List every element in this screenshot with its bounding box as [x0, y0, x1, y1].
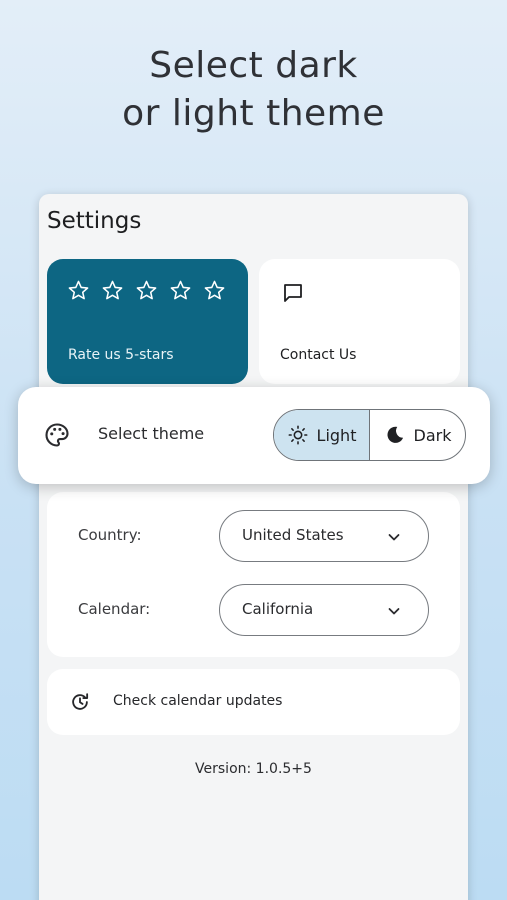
theme-selector-panel: Select theme Light Dark: [18, 387, 490, 484]
headline: Select dark or light theme: [0, 42, 507, 138]
palette-icon: [45, 423, 69, 447]
theme-dark-button[interactable]: Dark: [370, 410, 465, 460]
headline-line-2: or light theme: [122, 93, 385, 134]
headline-line-1: Select dark: [149, 45, 358, 86]
rate-us-label: Rate us 5-stars: [68, 347, 174, 363]
calendar-label: Calendar:: [78, 600, 151, 618]
rate-us-card[interactable]: Rate us 5-stars: [47, 259, 248, 384]
country-value: United States: [242, 526, 344, 544]
refresh-clock-icon: [72, 693, 89, 710]
settings-screen: Settings Rate us 5-stars Contact Us Coun…: [39, 194, 468, 900]
rating-stars: [67, 279, 226, 302]
check-updates-button[interactable]: Check calendar updates: [47, 669, 460, 735]
calendar-value: California: [242, 600, 314, 618]
sun-icon: [288, 425, 308, 445]
select-theme-label: Select theme: [98, 424, 205, 443]
star-outline-icon: [170, 280, 191, 300]
chevron-down-icon: [388, 608, 400, 615]
theme-toggle: Light Dark: [273, 409, 466, 461]
star-outline-icon: [204, 280, 225, 300]
preferences-card: Country: United States Calendar: Califor…: [47, 492, 460, 657]
chevron-down-icon: [388, 534, 400, 541]
chat-bubble-icon: [284, 284, 302, 302]
page-title: Settings: [47, 208, 142, 234]
check-updates-label: Check calendar updates: [113, 693, 283, 709]
theme-light-button[interactable]: Light: [274, 410, 370, 460]
star-outline-icon: [136, 280, 157, 300]
star-outline-icon: [68, 280, 89, 300]
country-dropdown[interactable]: United States: [219, 510, 429, 562]
contact-us-card[interactable]: Contact Us: [259, 259, 460, 384]
version-text: Version: 1.0.5+5: [195, 761, 312, 777]
moon-icon: [387, 426, 403, 443]
star-outline-icon: [102, 280, 123, 300]
light-label: Light: [316, 425, 357, 445]
calendar-dropdown[interactable]: California: [219, 584, 429, 636]
dark-label: Dark: [413, 425, 452, 445]
country-label: Country:: [78, 526, 142, 544]
contact-us-label: Contact Us: [280, 347, 357, 363]
